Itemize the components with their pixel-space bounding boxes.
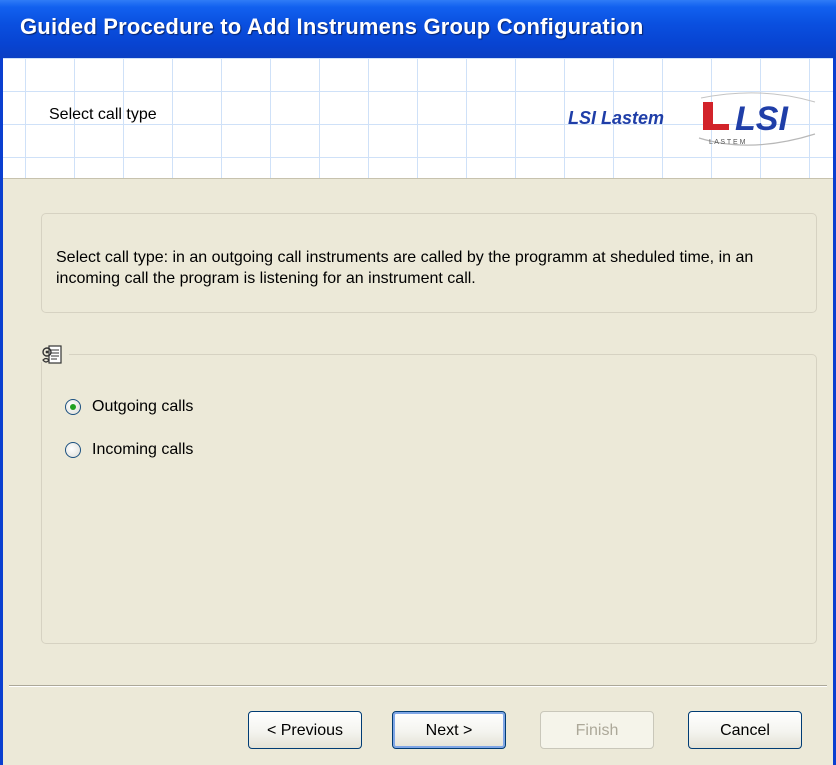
cancel-button[interactable]: Cancel — [688, 711, 802, 749]
radio-button-checked[interactable] — [65, 399, 81, 415]
footer-separator — [9, 685, 827, 687]
settings-document-icon — [42, 345, 62, 364]
radio-label-outgoing: Outgoing calls — [92, 398, 194, 415]
next-button[interactable]: Next > — [392, 711, 506, 749]
svg-text:L A S T E M: L A S T E M — [709, 139, 746, 146]
finish-button: Finish — [540, 711, 654, 749]
page-subtitle: Select call type — [49, 106, 157, 123]
svg-text:LSI: LSI — [735, 100, 789, 138]
radio-label-incoming: Incoming calls — [92, 441, 194, 458]
wizard-header: Select call type LSI Lastem LSI L A S T … — [3, 58, 833, 179]
company-logo-text: LSI Lastem — [568, 108, 665, 128]
radio-button-unchecked[interactable] — [65, 442, 81, 458]
previous-button[interactable]: < Previous — [248, 711, 362, 749]
lsi-logo-icon: LSI L A S T E M — [698, 92, 816, 146]
title-bar[interactable]: Guided Procedure to Add Instrumens Group… — [0, 0, 836, 58]
radio-outgoing-calls[interactable]: Outgoing calls — [65, 398, 193, 416]
window-title: Guided Procedure to Add Instrumens Group… — [20, 14, 644, 39]
wizard-window: Guided Procedure to Add Instrumens Group… — [0, 0, 836, 765]
radio-incoming-calls[interactable]: Incoming calls — [65, 441, 193, 459]
description-text: Select call type: in an outgoing call in… — [56, 249, 754, 287]
description-box: Select call type: in an outgoing call in… — [41, 213, 817, 313]
